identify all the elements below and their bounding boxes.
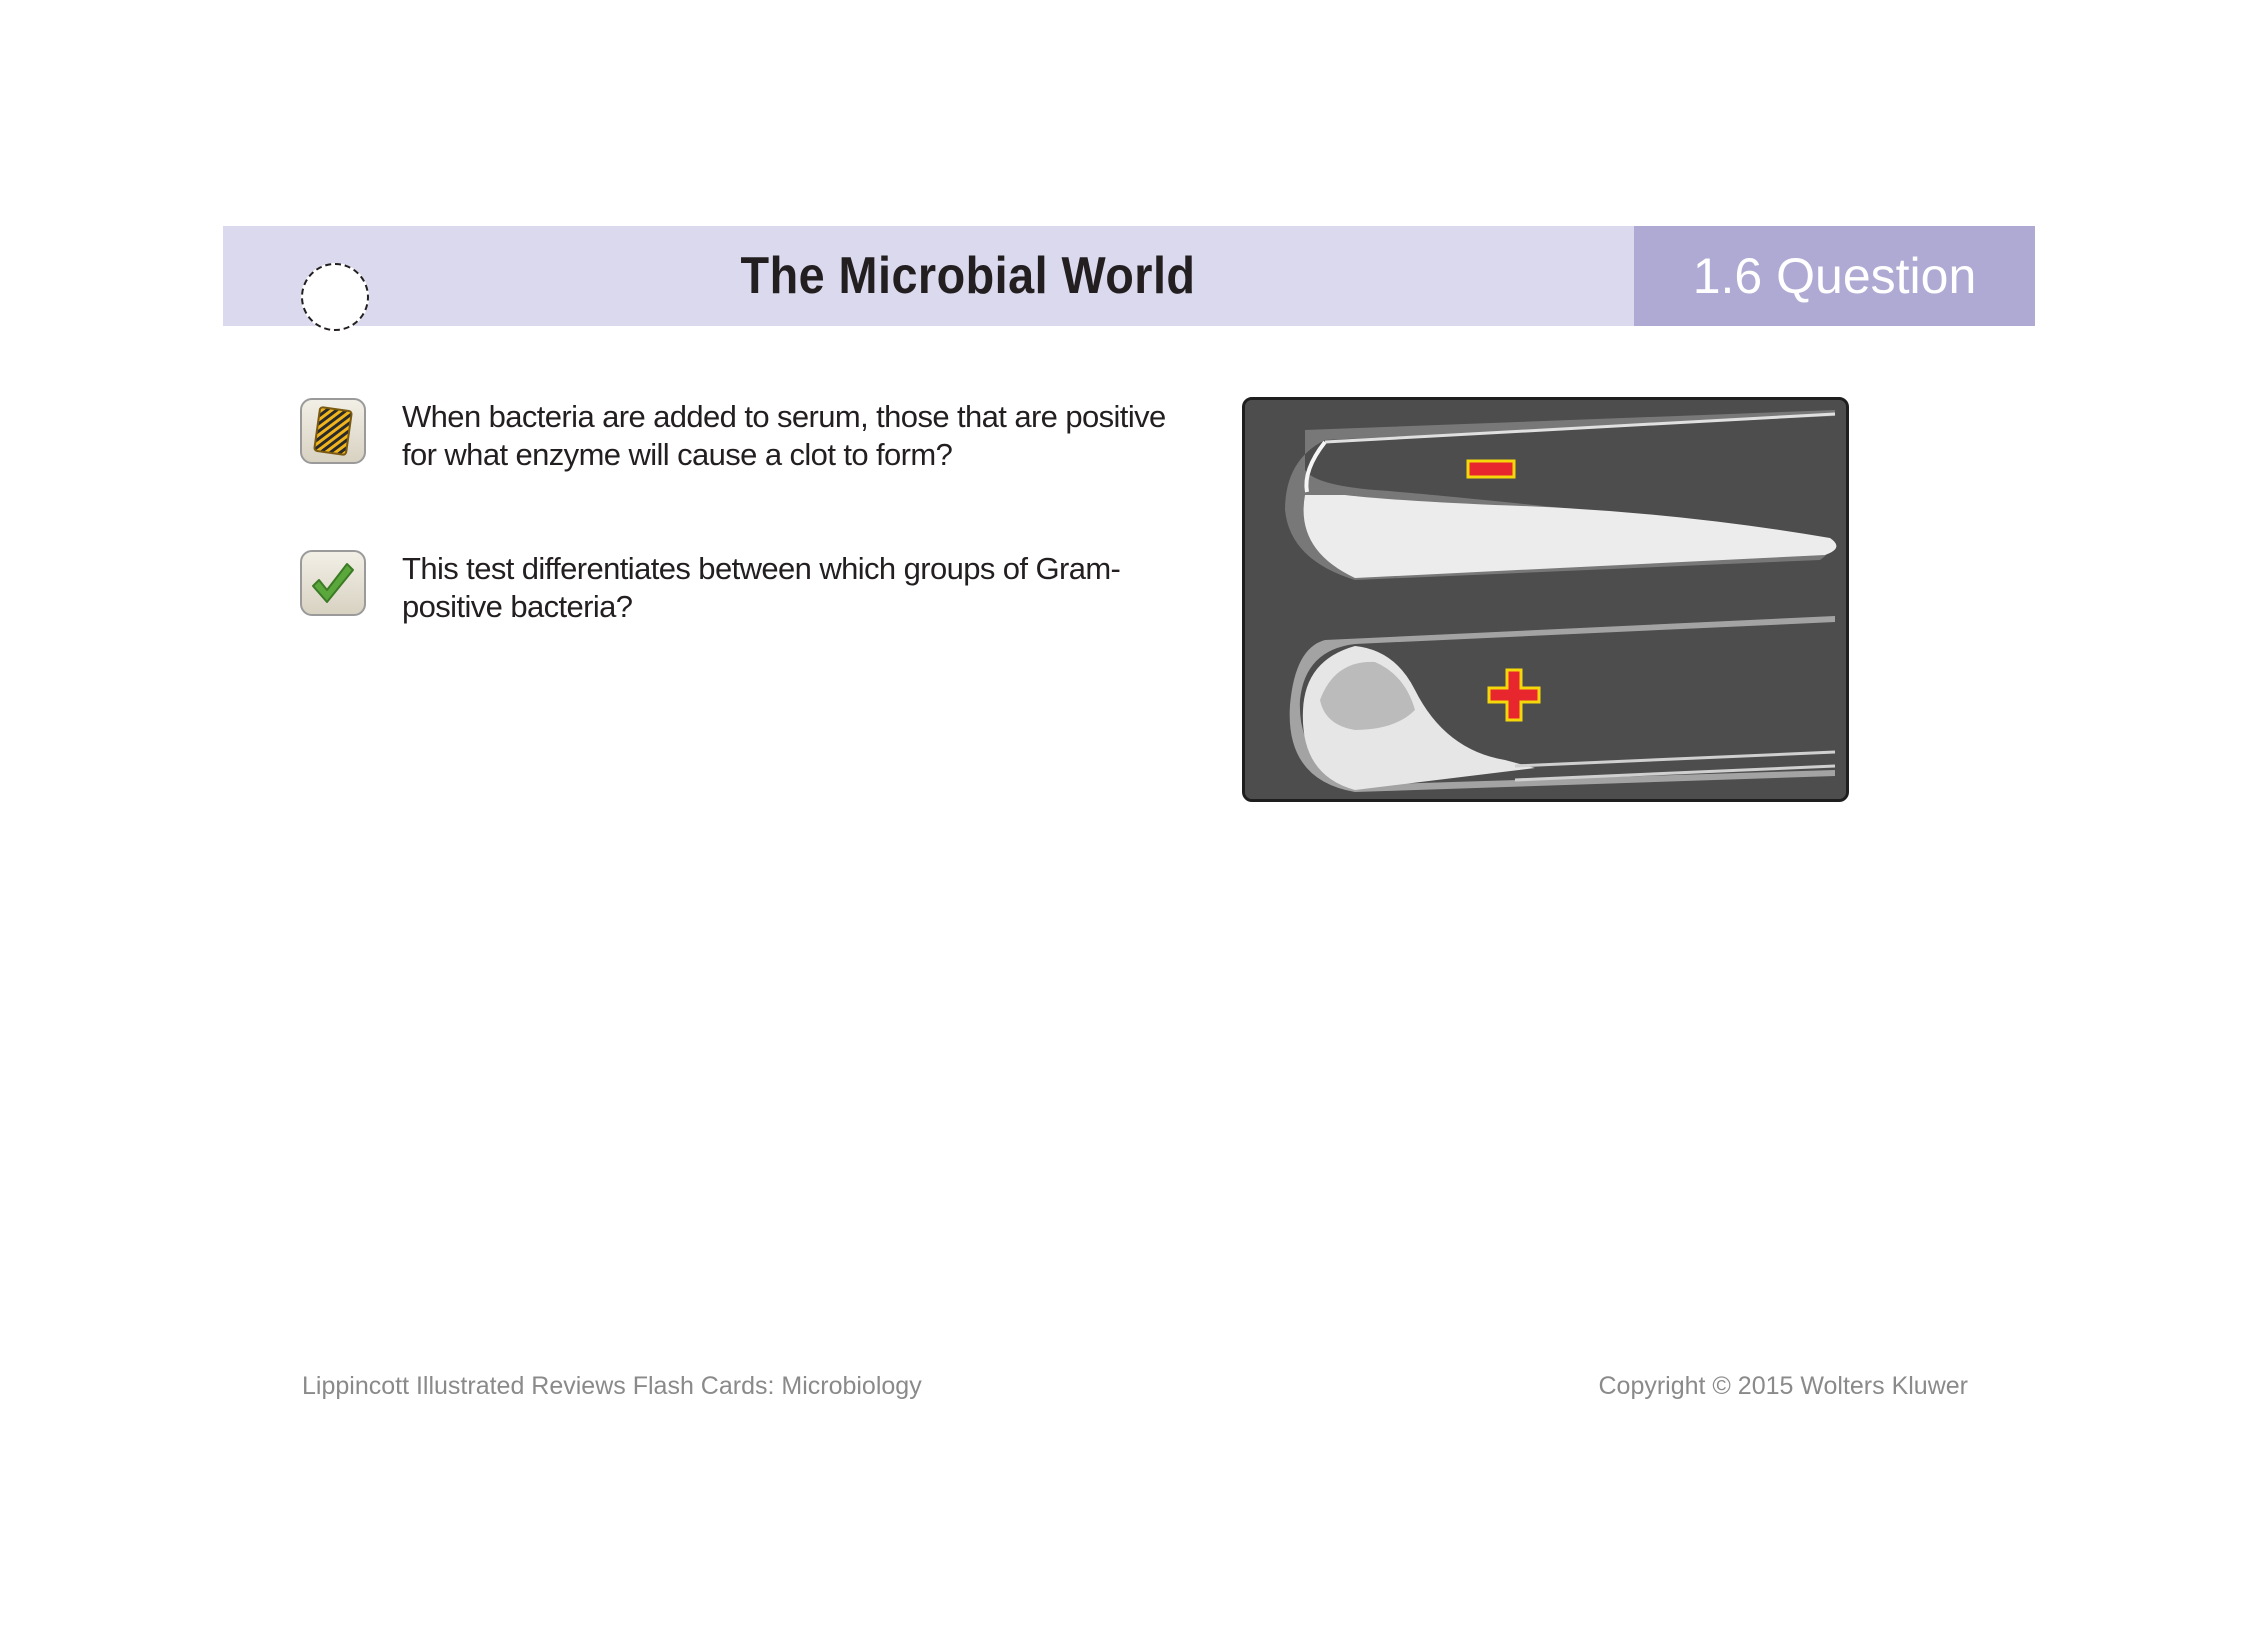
checkmark-icon[interactable] bbox=[300, 550, 366, 616]
question-text: This test differentiates between which g… bbox=[402, 551, 1121, 624]
test-tube-photo bbox=[1242, 397, 1849, 802]
footer-copyright: Copyright © 2015 Wolters Kluwer bbox=[1598, 1372, 1968, 1400]
footer-title: Lippincott Illustrated Reviews Flash Car… bbox=[302, 1372, 922, 1400]
question-item: This test differentiates between which g… bbox=[300, 550, 1182, 626]
negative-mark-icon bbox=[1466, 459, 1516, 479]
section-label: 1.6 Question bbox=[1634, 226, 2035, 326]
punch-hole-icon bbox=[301, 263, 369, 331]
question-text: When bacteria are added to serum, those … bbox=[402, 399, 1166, 472]
card-title: The Microbial World bbox=[740, 247, 1196, 305]
question-item: When bacteria are added to serum, those … bbox=[300, 398, 1182, 474]
flash-card-icon[interactable] bbox=[300, 398, 366, 464]
